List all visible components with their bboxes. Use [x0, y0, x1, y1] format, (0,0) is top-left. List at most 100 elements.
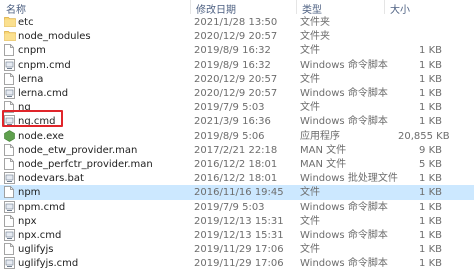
file-size: 1 KB: [419, 244, 442, 256]
file-name: lerna.cmd: [18, 88, 69, 99]
file-modified-date: 2016/12/2 18:01: [194, 173, 278, 185]
column-divider[interactable]: [190, 0, 191, 14]
file-size: 1 KB: [419, 73, 442, 85]
file-row[interactable]: lerna 2020/12/9 20:57 文件 1 KB: [0, 72, 474, 87]
file-type: Windows 命令脚本: [300, 116, 388, 128]
file-name: npm.cmd: [18, 201, 66, 213]
column-divider[interactable]: [296, 0, 297, 14]
cmd-script-icon: [4, 87, 15, 99]
file-name: uglifyjs.cmd: [18, 258, 79, 270]
file-name: npm: [18, 187, 41, 199]
file-name: node_modules: [18, 31, 91, 43]
column-divider[interactable]: [384, 0, 385, 14]
file-row[interactable]: node_modules 2020/12/9 20:57 文件夹: [0, 29, 474, 44]
file-row[interactable]: cnpm.cmd 2019/8/9 16:32 Windows 命令脚本 1 KB: [0, 58, 474, 73]
column-header-date[interactable]: 修改日期: [196, 1, 236, 16]
column-header-name[interactable]: 名称: [6, 1, 26, 16]
annotation-highlight-box: [2, 110, 63, 127]
file-name: node_perfctr_provider.man: [18, 159, 153, 170]
file-size: 9 KB: [419, 144, 442, 156]
file-row[interactable]: uglifyjs 2019/11/29 17:06 文件 1 KB: [0, 242, 474, 257]
file-name: node.exe: [18, 130, 64, 142]
file-row[interactable]: etc 2021/1/28 13:50 文件夹: [0, 15, 474, 30]
file-name: cnpm.cmd: [18, 59, 71, 71]
file-modified-date: 2019/8/9 16:32: [194, 59, 271, 71]
file-modified-date: 2019/11/29 17:06: [194, 244, 284, 256]
column-header-size[interactable]: 大小: [390, 1, 410, 16]
file-modified-date: 2017/2/21 22:18: [194, 144, 278, 156]
file-row[interactable]: node_etw_provider.man 2017/2/21 22:18 MAN …: [0, 143, 474, 158]
file-size: 5 KB: [419, 159, 442, 170]
file-icon: [4, 214, 15, 227]
file-row[interactable]: npm.cmd 2019/7/9 5:03 Windows 命令脚本 1 KB: [0, 200, 474, 215]
file-modified-date: 2019/11/29 17:06: [194, 258, 284, 270]
file-row[interactable]: npm 2016/11/16 19:45 文件 1 KB: [0, 185, 474, 201]
file-icon: [4, 44, 15, 57]
file-size: 1 KB: [419, 173, 442, 185]
file-modified-date: 2019/7/9 5:03: [194, 102, 265, 114]
file-type: Windows 命令脚本: [300, 59, 388, 71]
file-type: MAN 文件: [300, 144, 347, 156]
folder-icon: [4, 30, 16, 42]
file-name: nodevars.bat: [18, 173, 84, 185]
file-type: 文件: [300, 244, 320, 256]
file-modified-date: 2019/8/9 16:32: [194, 45, 271, 57]
file-size: 20,855 KB: [398, 130, 450, 142]
file-size: 1 KB: [419, 201, 442, 213]
file-modified-date: 2021/3/9 16:36: [194, 116, 271, 128]
file-modified-date: 2019/7/9 5:03: [194, 201, 265, 213]
file-type: 文件: [300, 45, 320, 57]
file-size: 1 KB: [419, 88, 442, 99]
cmd-script-icon: [4, 58, 15, 71]
file-size: 1 KB: [419, 59, 442, 71]
file-row[interactable]: npx.cmd 2019/12/13 15:31 Windows 命令脚本 1 KB: [0, 228, 474, 243]
file-row[interactable]: lerna.cmd 2020/12/9 20:57 Windows 命令脚本 1 KB: [0, 86, 474, 101]
file-size: 1 KB: [419, 102, 442, 114]
file-row[interactable]: ng 2019/7/9 5:03 文件 1 KB: [0, 100, 474, 115]
file-row[interactable]: npx 2019/12/13 15:31 文件 1 KB: [0, 214, 474, 229]
file-size: 1 KB: [419, 116, 442, 128]
file-modified-date: 2020/12/9 20:57: [194, 73, 278, 85]
file-row[interactable]: node_perfctr_provider.man 2016/12/2 18:01…: [0, 157, 474, 172]
file-name: etc: [18, 17, 34, 28]
file-icon: [4, 243, 15, 256]
file-size: 1 KB: [419, 230, 442, 241]
file-row[interactable]: uglifyjs.cmd 2019/11/29 17:06 Windows 命令脚本…: [0, 256, 474, 271]
folder-icon: [4, 16, 16, 28]
file-type: MAN 文件: [300, 159, 347, 170]
bat-script-icon: [4, 172, 15, 185]
nodejs-app-icon: [4, 129, 15, 142]
cmd-script-icon: [4, 229, 15, 241]
file-size: 1 KB: [419, 215, 442, 227]
file-modified-date: 2019/12/13 15:31: [194, 230, 284, 241]
file-size: 1 KB: [419, 45, 442, 57]
file-type: Windows 批处理文件: [300, 173, 398, 185]
cmd-script-icon: [4, 200, 15, 213]
file-modified-date: 2019/8/9 5:06: [194, 130, 265, 142]
column-header-type[interactable]: 类型: [302, 1, 322, 16]
file-row[interactable]: ng.cmd 2021/3/9 16:36 Windows 命令脚本 1 KB: [0, 114, 474, 129]
file-name: cnpm: [18, 45, 46, 57]
file-icon: [4, 143, 15, 156]
file-icon: [4, 186, 15, 199]
file-modified-date: 2020/12/9 20:57: [194, 31, 278, 43]
column-header-bar: 名称 修改日期 类型 大小: [0, 0, 474, 16]
file-type: 文件夹: [300, 17, 330, 28]
file-size: 1 KB: [419, 258, 442, 270]
file-row[interactable]: cnpm 2019/8/9 16:32 文件 1 KB: [0, 43, 474, 58]
file-type: 文件夹: [300, 31, 330, 43]
file-type: Windows 命令脚本: [300, 230, 388, 241]
file-row[interactable]: node.exe 2019/8/9 5:06 应用程序 20,855 KB: [0, 129, 474, 144]
file-modified-date: 2019/12/13 15:31: [194, 215, 284, 227]
cmd-script-icon: [4, 257, 15, 270]
file-size: 1 KB: [419, 187, 442, 199]
file-name: npx: [18, 215, 37, 227]
file-type: 文件: [300, 187, 320, 199]
file-type: Windows 命令脚本: [300, 88, 388, 99]
file-name: node_etw_provider.man: [18, 144, 138, 156]
file-type: 文件: [300, 73, 320, 85]
file-modified-date: 2016/11/16 19:45: [194, 187, 284, 199]
file-name: uglifyjs: [18, 244, 54, 256]
file-row[interactable]: nodevars.bat 2016/12/2 18:01 Windows 批处理文件…: [0, 171, 474, 186]
file-type: 文件: [300, 102, 320, 114]
